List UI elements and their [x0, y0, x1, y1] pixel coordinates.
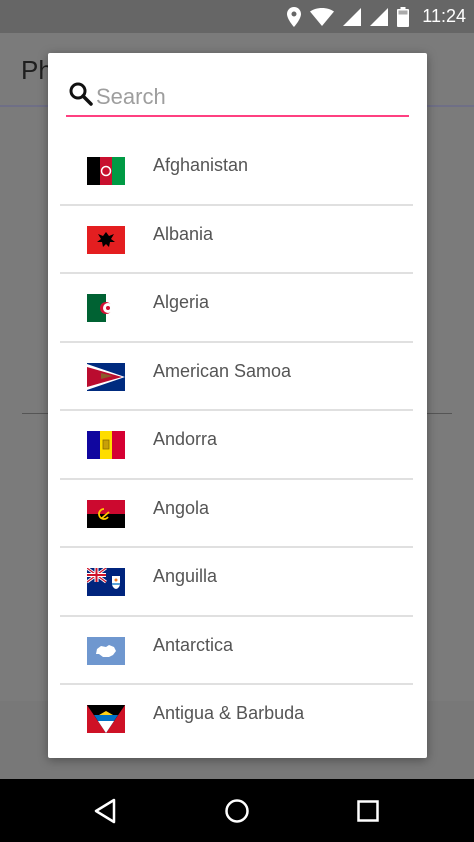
- country-item-antarctica[interactable]: Antarctica: [60, 617, 413, 685]
- search-bar: [66, 79, 409, 117]
- country-item-albania[interactable]: Albania: [60, 206, 413, 274]
- country-item-american-samoa[interactable]: American Samoa: [60, 343, 413, 411]
- country-name: Antarctica: [153, 634, 234, 655]
- signal-icon: [343, 7, 362, 26]
- recents-icon: [357, 800, 379, 822]
- angola-flag-icon: [87, 499, 125, 528]
- albania-flag-icon: [87, 225, 125, 254]
- country-item-algeria[interactable]: Algeria: [60, 274, 413, 343]
- search-input[interactable]: [96, 82, 396, 112]
- anguilla-flag-icon: [87, 568, 125, 596]
- country-name: American Samoa: [153, 360, 292, 381]
- battery-icon: [397, 6, 410, 27]
- antigua-barbuda-flag-icon: [87, 705, 125, 733]
- country-name: Albania: [153, 223, 214, 244]
- home-icon: [225, 799, 249, 823]
- home-button[interactable]: [219, 793, 255, 829]
- country-name: Anguilla: [153, 566, 218, 586]
- country-item-andorra[interactable]: Andorra: [60, 411, 413, 480]
- search-icon: [68, 81, 94, 112]
- country-item-angola[interactable]: Angola: [60, 480, 413, 548]
- navigation-bar: [0, 779, 474, 842]
- back-icon: [94, 798, 116, 824]
- country-name: Algeria: [153, 292, 210, 312]
- american-samoa-flag-icon: [87, 362, 125, 391]
- country-item-antigua-barbuda[interactable]: Antigua & Barbuda: [60, 685, 413, 754]
- status-bar: 11:24: [0, 0, 474, 33]
- afghanistan-flag-icon: [87, 157, 125, 185]
- country-list: Afghanistan Albania Algeria American Sam…: [60, 137, 413, 754]
- signal-icon: [370, 7, 389, 26]
- country-item-anguilla[interactable]: Anguilla: [60, 548, 413, 617]
- status-icons: 11:24: [287, 0, 466, 33]
- algeria-flag-icon: [87, 294, 125, 322]
- location-icon: [287, 6, 302, 27]
- back-button[interactable]: [87, 793, 123, 829]
- recents-button[interactable]: [350, 793, 386, 829]
- status-clock: 11:24: [422, 6, 466, 26]
- wifi-icon: [310, 7, 335, 26]
- country-item-afghanistan[interactable]: Afghanistan: [60, 137, 413, 206]
- country-name: Angola: [153, 497, 210, 518]
- antarctica-flag-icon: [87, 636, 125, 665]
- country-name: Afghanistan: [153, 155, 249, 175]
- country-name: Andorra: [153, 429, 218, 449]
- country-picker-dialog: Afghanistan Albania Algeria: [48, 53, 427, 758]
- andorra-flag-icon: [87, 431, 125, 459]
- country-name: Antigua & Barbuda: [153, 703, 305, 723]
